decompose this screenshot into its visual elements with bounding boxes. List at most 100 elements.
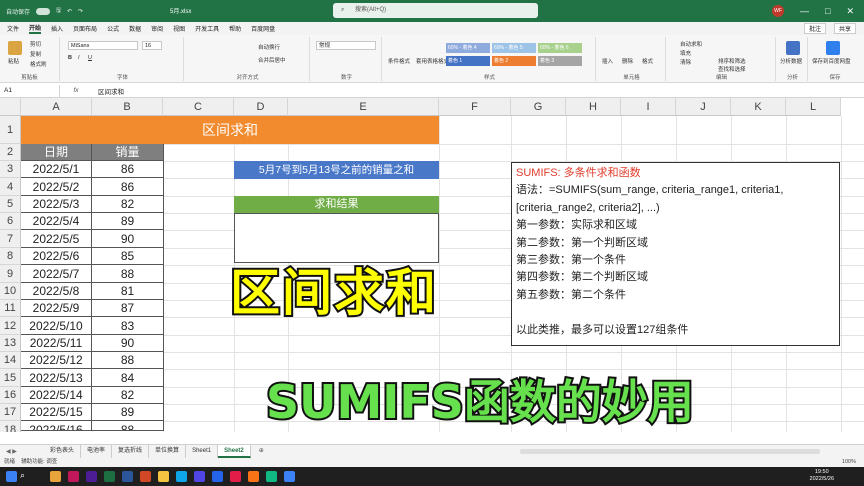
header-date[interactable]: 日期 <box>21 144 92 161</box>
col-header-g[interactable]: G <box>511 98 566 116</box>
name-box[interactable]: A1 <box>0 84 60 97</box>
sheet-tab[interactable]: Sheet1 <box>186 445 219 458</box>
font-size-select[interactable]: 16 <box>142 41 162 50</box>
row-header-16[interactable]: 16 <box>0 387 21 404</box>
redo-icon[interactable]: ↷ <box>78 8 83 15</box>
app-icon[interactable] <box>248 471 259 482</box>
tab-developer[interactable]: 开发工具 <box>195 24 219 33</box>
fx-icon[interactable]: fx <box>60 87 92 94</box>
sumifs-note-box[interactable]: SUMIFS: 多条件求和函数 语法：=SUMIFS(sum_range, cr… <box>511 162 840 346</box>
undo-icon[interactable]: ↶ <box>67 8 72 15</box>
row-header-4[interactable]: 4 <box>0 178 21 196</box>
sheet-tab-active[interactable]: Sheet2 <box>218 445 251 458</box>
col-header-d[interactable]: D <box>234 98 288 116</box>
comment-button[interactable]: 批注 <box>803 23 826 34</box>
tab-formulas[interactable]: 公式 <box>107 24 119 33</box>
row-header-11[interactable]: 11 <box>0 300 21 317</box>
tab-help[interactable]: 帮助 <box>229 24 241 33</box>
add-sheet-icon[interactable]: ⊕ <box>259 445 264 458</box>
row-header-2[interactable]: 2 <box>0 144 21 161</box>
maximize-button[interactable]: □ <box>825 6 830 16</box>
autosum-button[interactable]: 自动求和 <box>680 40 702 48</box>
date-cell[interactable]: 2022/5/16 <box>21 421 92 431</box>
clear-button[interactable]: 清除 <box>680 58 691 66</box>
cloud-save-icon[interactable] <box>826 41 840 55</box>
sales-cell[interactable]: 85 <box>92 248 164 265</box>
result-header-cell[interactable]: 求和结果 <box>234 196 439 213</box>
date-cell[interactable]: 2022/5/7 <box>21 265 92 283</box>
wrap-text-button[interactable]: 自动换行 <box>258 43 280 51</box>
sheet-tab[interactable]: 单位换算 <box>149 445 187 458</box>
number-format-select[interactable]: 常规 <box>316 41 376 50</box>
bold-button[interactable]: B <box>68 55 72 61</box>
sales-cell[interactable]: 89 <box>92 404 164 421</box>
merge-center-button[interactable]: 合并后居中 <box>258 56 286 64</box>
header-sales[interactable]: 销量 <box>92 144 164 161</box>
folder-icon[interactable] <box>158 471 169 482</box>
date-cell[interactable]: 2022/5/9 <box>21 300 92 317</box>
row-header-18[interactable]: 18 <box>0 421 21 432</box>
sales-cell[interactable]: 87 <box>92 300 164 317</box>
share-button[interactable]: 共享 <box>833 23 856 34</box>
formula-input[interactable]: 区间求和 <box>92 86 124 96</box>
question-cell[interactable]: 5月7号到5月13号之前的销量之和 <box>234 161 439 179</box>
sales-cell[interactable]: 88 <box>92 352 164 369</box>
windows-start-icon[interactable] <box>6 471 17 482</box>
sales-cell[interactable]: 88 <box>92 265 164 283</box>
date-cell[interactable]: 2022/5/3 <box>21 196 92 213</box>
close-button[interactable]: ✕ <box>846 6 854 17</box>
row-header-9[interactable]: 9 <box>0 265 21 283</box>
app-icon[interactable] <box>212 471 223 482</box>
format-cells-button[interactable]: 格式 <box>642 57 653 65</box>
italic-button[interactable]: I <box>78 55 80 61</box>
row-header-3[interactable]: 3 <box>0 161 21 178</box>
cut-button[interactable]: 剪切 <box>30 40 41 48</box>
date-cell[interactable]: 2022/5/10 <box>21 317 92 335</box>
date-cell[interactable]: 2022/5/2 <box>21 178 92 196</box>
app-icon[interactable] <box>284 471 295 482</box>
tab-insert[interactable]: 插入 <box>51 24 63 33</box>
sales-cell[interactable]: 84 <box>92 369 164 387</box>
sort-filter-button[interactable]: 排序和筛选 <box>718 57 746 65</box>
tab-file[interactable]: 文件 <box>7 24 19 33</box>
date-cell[interactable]: 2022/5/8 <box>21 283 92 300</box>
app-icon[interactable] <box>230 471 241 482</box>
taskbar-clock[interactable]: 19:50 2022/5/26 <box>810 469 834 483</box>
date-cell[interactable]: 2022/5/14 <box>21 387 92 404</box>
row-header-1[interactable]: 1 <box>0 116 21 144</box>
row-header-5[interactable]: 5 <box>0 196 21 213</box>
col-header-j[interactable]: J <box>676 98 731 116</box>
underline-button[interactable]: U <box>88 55 92 61</box>
col-header-e[interactable]: E <box>288 98 439 116</box>
tab-home[interactable]: 开始 <box>29 23 42 34</box>
autosave-toggle[interactable] <box>36 7 51 15</box>
minimize-button[interactable]: — <box>800 6 809 16</box>
app-icon[interactable] <box>68 471 79 482</box>
copy-button[interactable]: 复制 <box>30 50 41 58</box>
font-name-select[interactable]: MiSans <box>68 41 138 50</box>
word-icon[interactable] <box>122 471 133 482</box>
select-all-corner[interactable] <box>0 98 21 116</box>
wechat-icon[interactable] <box>266 471 277 482</box>
zoom-level[interactable]: 100% <box>842 458 856 467</box>
worksheet-grid[interactable]: A B C D E F G H I J K L 1 2 3 4 5 6 7 8 … <box>0 98 864 432</box>
search-icon[interactable]: ⌕ <box>20 470 32 482</box>
analyze-data-icon[interactable] <box>786 41 800 55</box>
style-accent1[interactable]: 着色 1 <box>446 56 490 66</box>
analyze-data-button[interactable]: 分析数据 <box>780 57 802 65</box>
premiere-icon[interactable] <box>86 471 97 482</box>
find-select-button[interactable]: 查找和选择 <box>718 65 746 73</box>
sheet-tab[interactable]: 复选折线 <box>112 445 150 458</box>
col-header-b[interactable]: B <box>92 98 163 116</box>
chrome-icon[interactable] <box>50 471 61 482</box>
tab-data[interactable]: 数据 <box>129 24 141 33</box>
style-60-accent4[interactable]: 60% - 着色 4 <box>446 43 490 53</box>
date-cell[interactable]: 2022/5/15 <box>21 404 92 421</box>
format-painter-button[interactable]: 格式刷 <box>30 60 47 68</box>
date-cell[interactable]: 2022/5/5 <box>21 230 92 248</box>
sales-cell[interactable]: 90 <box>92 230 164 248</box>
sales-cell[interactable]: 83 <box>92 317 164 335</box>
col-header-k[interactable]: K <box>731 98 786 116</box>
sheet-tab[interactable]: 电池率 <box>81 445 113 458</box>
date-cell[interactable]: 2022/5/4 <box>21 213 92 230</box>
